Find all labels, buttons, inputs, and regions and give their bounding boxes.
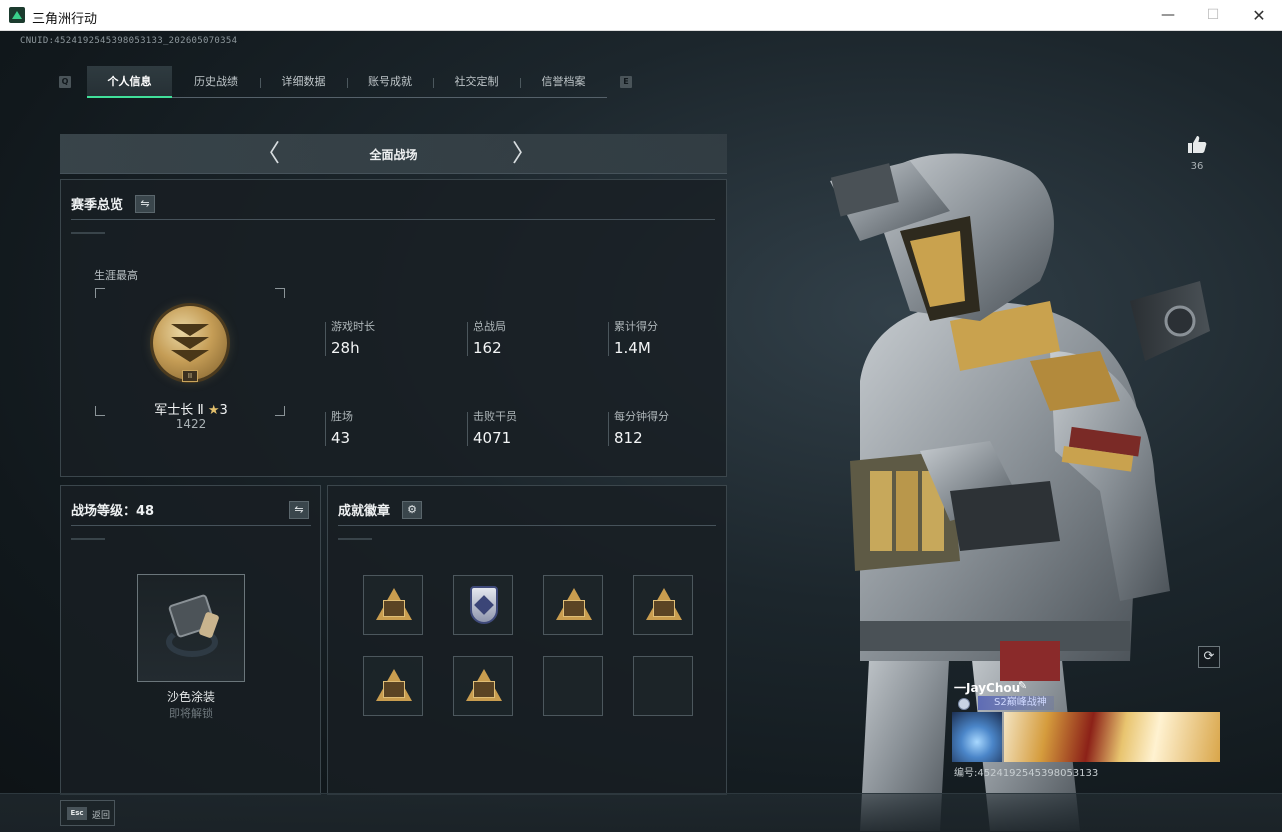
tab-social-custom[interactable]: 社交定制 (433, 66, 520, 98)
empty-badge-slot[interactable] (633, 656, 693, 716)
gold-triangle-badge-icon[interactable] (363, 575, 423, 635)
achievement-badges-panel: 成就徽章 ⚙ (327, 485, 727, 795)
badge-inner (383, 600, 405, 617)
divider (71, 219, 715, 220)
divider (71, 525, 311, 526)
stat-value: 28h (331, 339, 360, 357)
tab-reputation[interactable]: 信誉档案 (520, 66, 607, 98)
player-name: 一JayChou (954, 681, 1021, 695)
refresh-icon[interactable]: ⟳ (1198, 646, 1220, 668)
stat-divider (467, 322, 468, 356)
minimize-button[interactable]: — (1145, 0, 1191, 31)
player-title-badge: S2巅峰战神 (978, 696, 1054, 710)
rank-title: 军士长 Ⅱ (154, 403, 204, 418)
gold-triangle-badge-icon[interactable] (453, 656, 513, 716)
achievement-badges-title: 成就徽章 (338, 504, 391, 519)
stat-value: 1.4M (614, 339, 651, 357)
reward-item-card[interactable] (137, 574, 245, 682)
stat-divider (325, 322, 326, 356)
divider-accent (338, 538, 372, 540)
gold-triangle-badge-icon[interactable] (543, 575, 603, 635)
season-overview-panel: 赛季总览 ⇋ 生涯最高 II 军士长 Ⅱ ★3 1422 游戏时长 28h 总战… (60, 179, 727, 477)
chevron-mark (171, 350, 209, 362)
player-card[interactable]: 一JayChou ✎ S2巅峰战神 编号:4524192545398053133 (952, 676, 1220, 779)
gold-triangle-badge-icon[interactable] (363, 656, 423, 716)
edit-name-icon[interactable]: ✎ (1018, 679, 1027, 692)
stat-value: 812 (614, 429, 643, 447)
badge-inner (383, 681, 405, 698)
chevron-mark (171, 337, 209, 349)
player-id: 编号:4524192545398053133 (954, 768, 1099, 779)
tab-achievements[interactable]: 账号成就 (347, 66, 433, 98)
tab-detailed-data[interactable]: 详细数据 (260, 66, 347, 98)
stat-value: 4071 (473, 429, 512, 447)
rank-score: 1422 (175, 417, 207, 431)
mode-title: 全面战场 (369, 148, 418, 162)
frame-corner (95, 406, 105, 416)
stat-label: 击败干员 (473, 410, 517, 423)
mode-selector: 〈 全面战场 〉 (60, 134, 727, 174)
tab-personal-info[interactable]: 个人信息 (87, 66, 172, 98)
stat-label: 总战局 (473, 320, 506, 333)
empty-badge-slot[interactable] (543, 656, 603, 716)
cnuid-label: CNUID:4524192545398053133_202605070354 (20, 36, 238, 46)
divider-accent (71, 232, 105, 234)
badge-inner (473, 681, 495, 698)
battlefield-level-panel: 战场等级：48 ⇋ 沙色涂装 即将解锁 (60, 485, 321, 795)
title-avatar-icon (958, 698, 970, 710)
chevron-mark (171, 324, 209, 336)
season-overview-title: 赛季总览 (71, 198, 124, 213)
stat-label: 累计得分 (614, 320, 658, 333)
reward-item-name: 沙色涂装 (166, 690, 215, 704)
stat-value: 43 (331, 429, 351, 447)
back-label: 返回 (92, 811, 111, 821)
window-titlebar: 三角洲行动 — ☐ ✕ (0, 0, 1282, 31)
badge-inner (563, 600, 585, 617)
tab-prev-key-hint[interactable]: Q (59, 76, 71, 88)
divider-accent (71, 538, 105, 540)
stat-divider (325, 412, 326, 446)
tab-strip: 个人信息 历史战绩 详细数据 账号成就 社交定制 信誉档案 (87, 66, 607, 98)
star-icon: ★ (207, 403, 220, 418)
rank-stars: 3 (219, 403, 228, 418)
window-title: 三角洲行动 (32, 12, 98, 27)
frame-corner (95, 288, 105, 298)
app-logo-icon (9, 7, 25, 23)
stat-divider (608, 322, 609, 356)
gold-triangle-badge-icon[interactable] (633, 575, 693, 635)
career-best-label: 生涯最高 (94, 269, 138, 282)
season-swap-button[interactable]: ⇋ (135, 195, 155, 213)
stat-divider (608, 412, 609, 446)
stat-label: 每分钟得分 (614, 410, 669, 423)
rank-tier-tag: II (182, 370, 198, 382)
game-viewport: CNUID:4524192545398053133_202605070354 Q… (0, 31, 1282, 832)
tab-match-history[interactable]: 历史战绩 (172, 66, 260, 98)
avatar-frame-image (952, 712, 1002, 762)
badge-inner (653, 600, 675, 617)
next-mode-button[interactable]: 〉 (512, 141, 536, 165)
frame-corner (275, 406, 285, 416)
achievement-settings-button[interactable]: ⚙ (402, 501, 422, 519)
rank-name: 军士长 Ⅱ ★3 (131, 399, 251, 418)
reward-item-status: 即将解锁 (169, 707, 213, 720)
stat-value: 162 (473, 339, 502, 357)
bottom-bar: Esc 返回 (0, 793, 1282, 832)
back-button[interactable]: Esc 返回 (60, 800, 115, 826)
battlefield-level-title: 战场等级：48 (71, 504, 155, 519)
watch-icon (164, 593, 220, 665)
divider (338, 525, 716, 526)
stat-divider (467, 412, 468, 446)
close-button[interactable]: ✕ (1236, 0, 1282, 31)
blue-shield-badge-icon[interactable] (453, 575, 513, 635)
level-swap-button[interactable]: ⇋ (289, 501, 309, 519)
stat-label: 胜场 (331, 410, 353, 423)
player-banner-image (1004, 712, 1220, 762)
frame-corner (275, 288, 285, 298)
rank-emblem-icon: II (153, 306, 227, 382)
esc-key-icon: Esc (67, 807, 87, 820)
maximize-button[interactable]: ☐ (1190, 0, 1236, 31)
stat-label: 游戏时长 (331, 320, 375, 333)
tab-next-key-hint[interactable]: E (620, 76, 632, 88)
